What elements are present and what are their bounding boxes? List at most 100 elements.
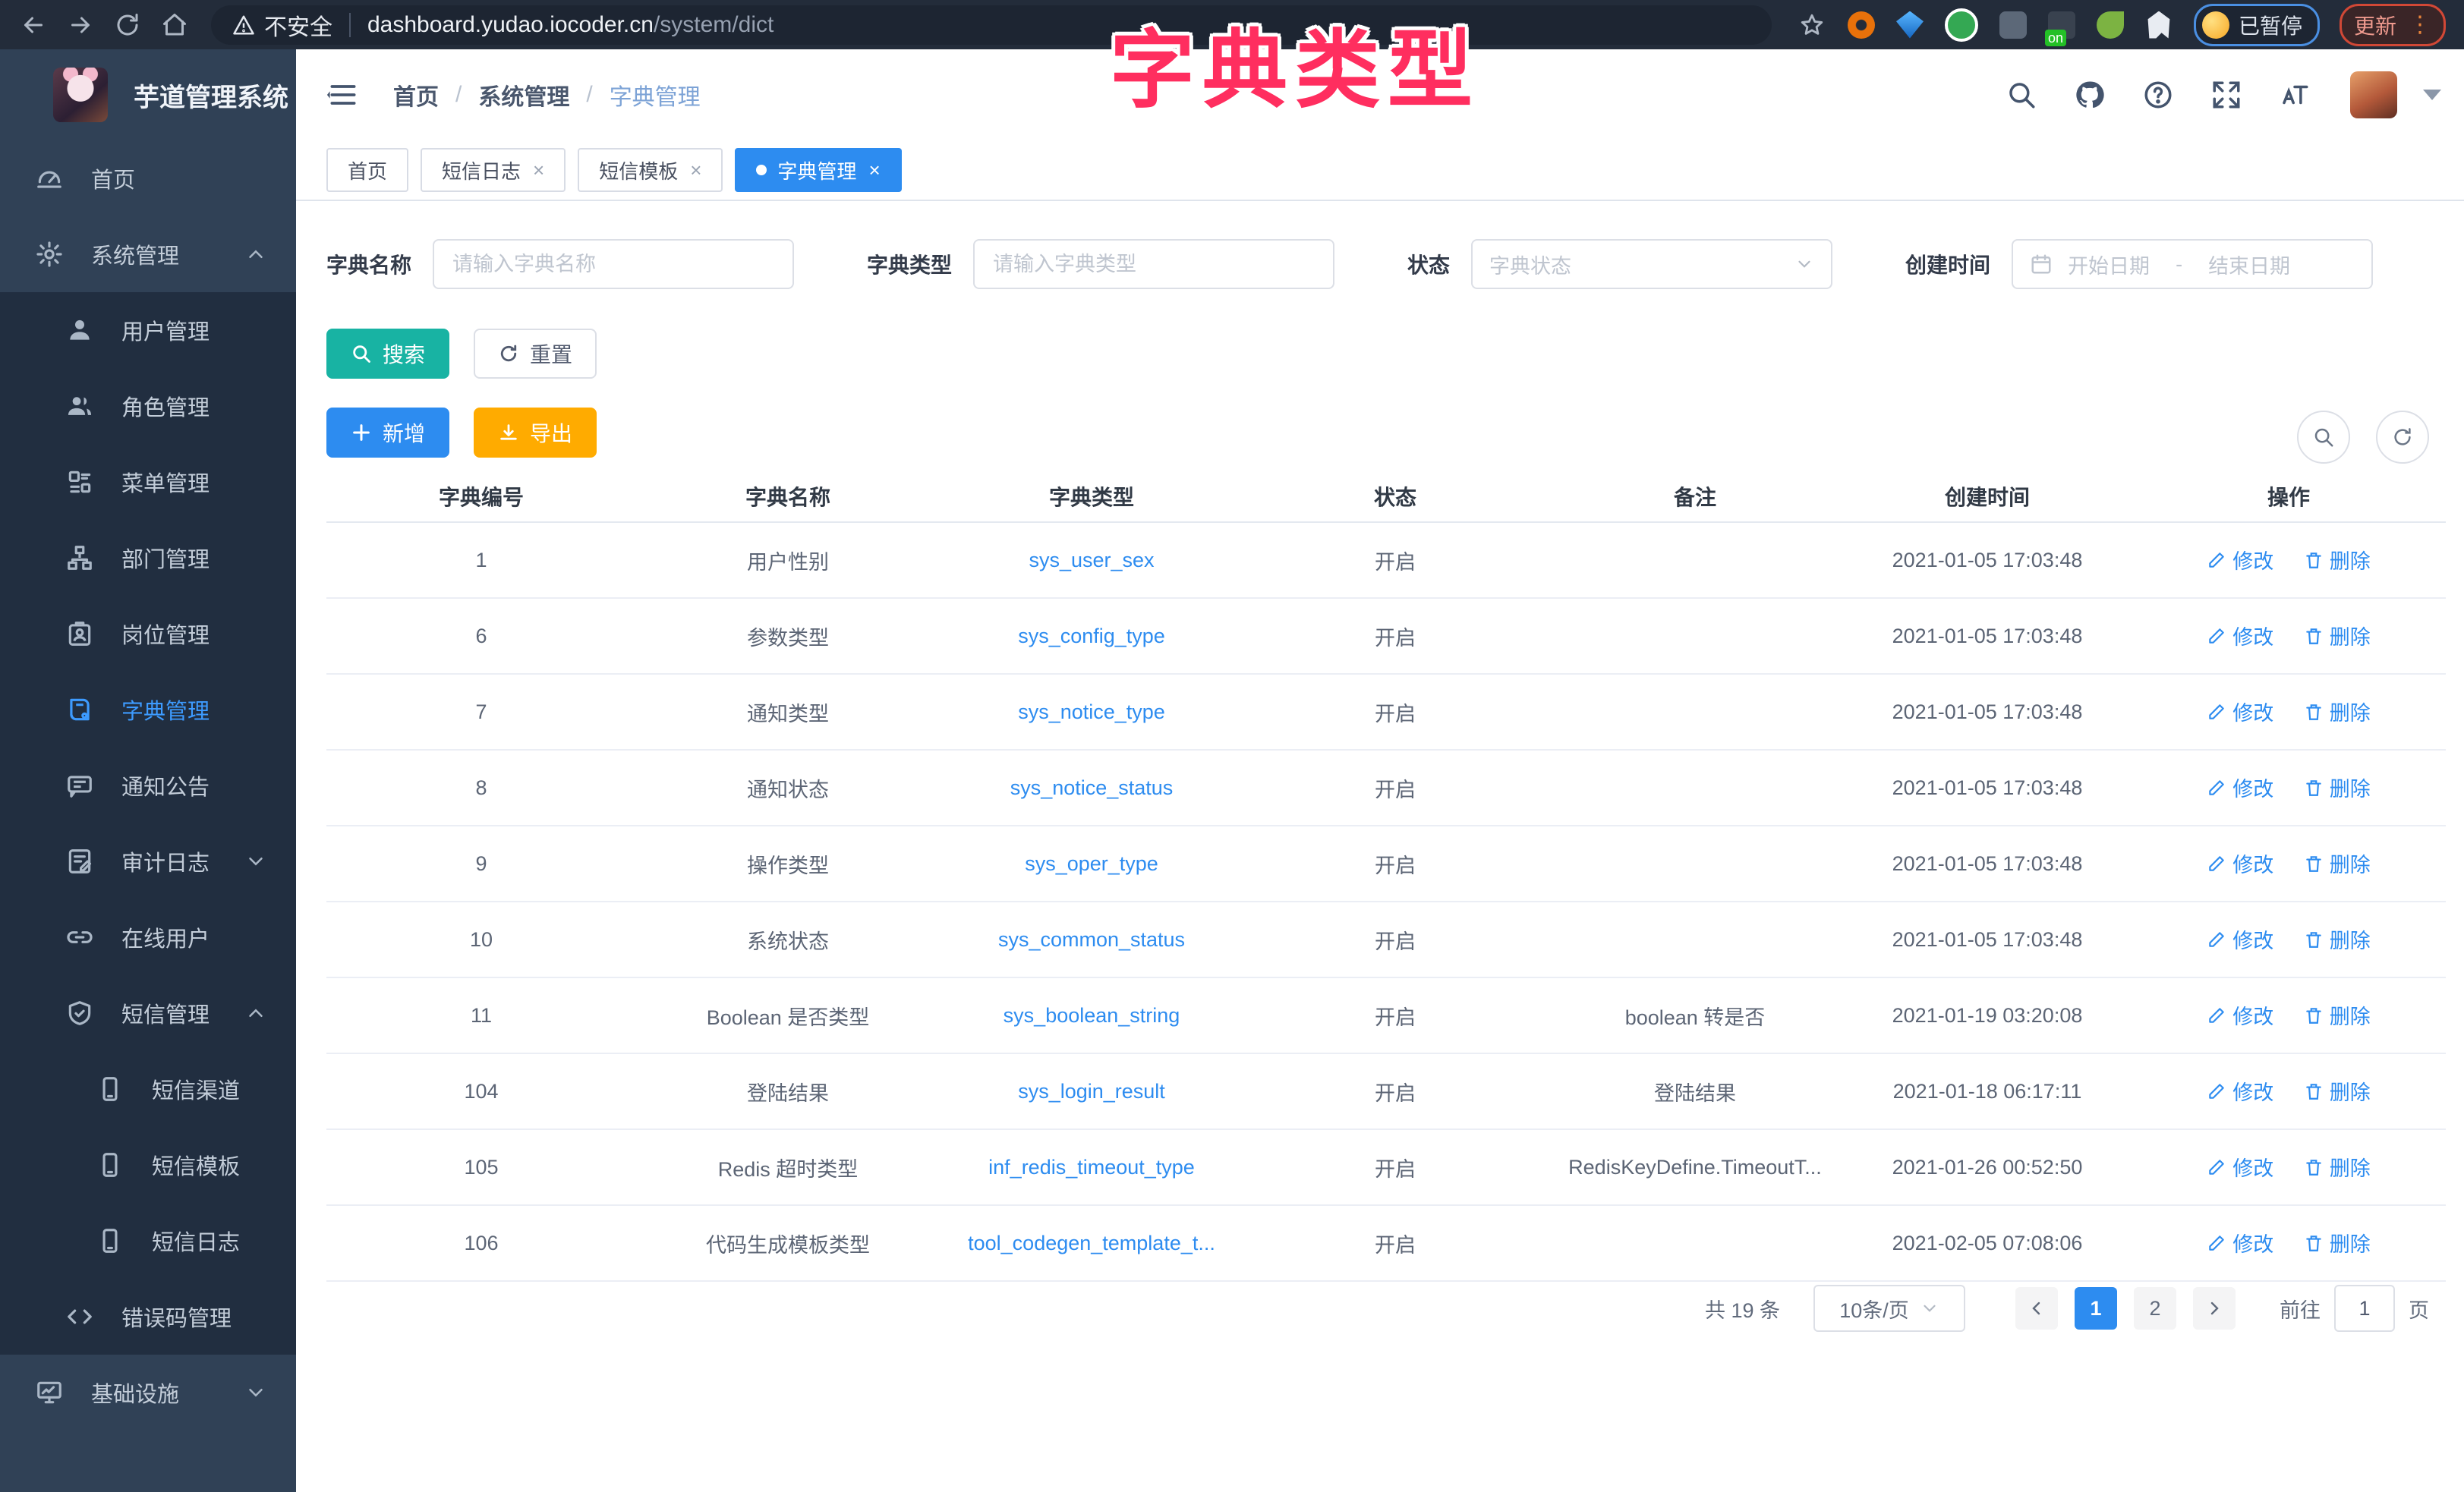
- dict-type-link[interactable]: sys_oper_type: [1025, 852, 1158, 875]
- prev-page-button[interactable]: [2015, 1287, 2058, 1330]
- extension-icon[interactable]: [1999, 11, 2027, 39]
- sidebar-item-post-mgmt[interactable]: 岗位管理: [0, 596, 296, 672]
- sidebar-item-online-users[interactable]: 在线用户: [0, 899, 296, 975]
- app-logo-row[interactable]: 芋道管理系统: [0, 49, 296, 140]
- forward-icon[interactable]: [67, 11, 94, 39]
- security-label[interactable]: 不安全: [264, 8, 332, 42]
- url-text[interactable]: dashboard.yudao.iocoder.cn/system/dict: [367, 12, 774, 38]
- user-avatar[interactable]: [2350, 71, 2397, 118]
- collapse-sidebar-icon[interactable]: [326, 78, 360, 112]
- dict-type-input[interactable]: [973, 239, 1334, 289]
- add-button[interactable]: 新增: [326, 408, 449, 458]
- sidebar-item-sms-mgmt[interactable]: 短信管理: [0, 975, 296, 1051]
- hide-search-button[interactable]: [2297, 411, 2350, 464]
- sidebar-item-notice[interactable]: 通知公告: [0, 748, 296, 823]
- edit-button[interactable]: 修改: [2207, 621, 2273, 650]
- close-icon[interactable]: ×: [868, 159, 880, 182]
- dict-name-input[interactable]: [433, 239, 794, 289]
- close-icon[interactable]: ×: [690, 159, 701, 182]
- menu-kebab-icon[interactable]: ⋮: [2409, 20, 2431, 30]
- delete-button[interactable]: 删除: [2304, 924, 2371, 954]
- bookmark-star-icon[interactable]: [1799, 12, 1825, 38]
- edit-button[interactable]: 修改: [2207, 773, 2273, 802]
- sidebar-item-home[interactable]: 首页: [0, 140, 296, 216]
- export-button[interactable]: 导出: [474, 408, 597, 458]
- extension-icon[interactable]: [1848, 11, 1875, 39]
- extension-icon[interactable]: [1896, 11, 1924, 39]
- font-size-icon[interactable]: [2279, 79, 2311, 111]
- dict-type-link[interactable]: sys_notice_type: [1018, 700, 1165, 723]
- delete-button[interactable]: 删除: [2304, 1152, 2371, 1182]
- sidebar-item-dept-mgmt[interactable]: 部门管理: [0, 520, 296, 596]
- dict-type-link[interactable]: sys_common_status: [998, 928, 1185, 951]
- tab-sms-template[interactable]: 短信模板 ×: [578, 148, 723, 192]
- extension-icon[interactable]: [2097, 11, 2124, 39]
- profile-paused-pill[interactable]: 已暂停: [2194, 4, 2320, 46]
- dict-type-link[interactable]: sys_user_sex: [1029, 549, 1154, 571]
- tab-sms-log[interactable]: 短信日志 ×: [421, 148, 566, 192]
- page-button-2[interactable]: 2: [2134, 1287, 2176, 1330]
- dict-type-link[interactable]: inf_redis_timeout_type: [988, 1156, 1195, 1179]
- delete-button[interactable]: 删除: [2304, 1000, 2371, 1030]
- dict-type-link[interactable]: sys_boolean_string: [1004, 1004, 1180, 1027]
- edit-button[interactable]: 修改: [2207, 924, 2273, 954]
- sidebar-item-infrastructure[interactable]: 基础设施: [0, 1355, 296, 1431]
- dict-type-link[interactable]: sys_notice_status: [1010, 776, 1174, 799]
- sidebar-item-dict-mgmt[interactable]: 字典管理: [0, 672, 296, 748]
- next-page-button[interactable]: [2193, 1287, 2236, 1330]
- address-bar[interactable]: 不安全 dashboard.yudao.iocoder.cn/system/di…: [211, 5, 1772, 45]
- dict-type-link[interactable]: tool_codegen_template_t...: [968, 1232, 1215, 1254]
- page-size-select[interactable]: 10条/页: [1813, 1285, 1965, 1332]
- refresh-table-button[interactable]: [2376, 411, 2429, 464]
- back-icon[interactable]: [20, 11, 47, 39]
- sidebar-item-sms-channel[interactable]: 短信渠道: [0, 1051, 296, 1127]
- delete-button[interactable]: 删除: [2304, 1076, 2371, 1106]
- date-range-picker[interactable]: 开始日期 - 结束日期: [2012, 239, 2373, 289]
- edit-button[interactable]: 修改: [2207, 697, 2273, 726]
- sidebar-item-sms-template[interactable]: 短信模板: [0, 1127, 296, 1203]
- extension-icon[interactable]: [1945, 8, 1978, 42]
- tab-dict-mgmt[interactable]: 字典管理 ×: [735, 148, 901, 192]
- edit-button[interactable]: 修改: [2207, 1152, 2273, 1182]
- update-button[interactable]: 更新 ⋮: [2340, 4, 2446, 46]
- edit-button[interactable]: 修改: [2207, 1076, 2273, 1106]
- fullscreen-icon[interactable]: [2210, 79, 2242, 111]
- reset-button[interactable]: 重置: [474, 329, 597, 379]
- sidebar-item-user-mgmt[interactable]: 用户管理: [0, 292, 296, 368]
- goto-page-input[interactable]: [2334, 1285, 2395, 1332]
- delete-button[interactable]: 删除: [2304, 773, 2371, 802]
- edit-button[interactable]: 修改: [2207, 1000, 2273, 1030]
- breadcrumb-home[interactable]: 首页: [393, 78, 439, 112]
- edit-button[interactable]: 修改: [2207, 848, 2273, 878]
- extension-on-icon[interactable]: [2048, 11, 2075, 39]
- search-button[interactable]: 搜索: [326, 329, 449, 379]
- sidebar-item-role-mgmt[interactable]: 角色管理: [0, 368, 296, 444]
- close-icon[interactable]: ×: [533, 159, 544, 182]
- github-icon[interactable]: [2074, 79, 2106, 111]
- page-button-1[interactable]: 1: [2075, 1287, 2117, 1330]
- breadcrumb-system[interactable]: 系统管理: [478, 78, 569, 112]
- delete-button[interactable]: 删除: [2304, 545, 2371, 574]
- extension-icon[interactable]: [2145, 11, 2173, 39]
- caret-down-icon[interactable]: [2423, 90, 2441, 100]
- delete-button[interactable]: 删除: [2304, 621, 2371, 650]
- start-date-placeholder[interactable]: 开始日期: [2068, 250, 2150, 279]
- edit-button[interactable]: 修改: [2207, 1228, 2273, 1257]
- sidebar-item-audit-log[interactable]: 审计日志: [0, 823, 296, 899]
- status-select[interactable]: 字典状态: [1471, 239, 1832, 289]
- delete-button[interactable]: 删除: [2304, 1228, 2371, 1257]
- sidebar-item-error-code[interactable]: 错误码管理: [0, 1279, 296, 1355]
- search-icon[interactable]: [2006, 79, 2037, 111]
- dict-type-link[interactable]: sys_login_result: [1018, 1080, 1165, 1103]
- reload-icon[interactable]: [114, 11, 141, 39]
- sidebar-item-menu-mgmt[interactable]: 菜单管理: [0, 444, 296, 520]
- home-icon[interactable]: [161, 11, 188, 39]
- delete-button[interactable]: 删除: [2304, 697, 2371, 726]
- tab-home[interactable]: 首页: [326, 148, 408, 192]
- help-icon[interactable]: [2142, 79, 2174, 111]
- end-date-placeholder[interactable]: 结束日期: [2208, 250, 2290, 279]
- dict-type-link[interactable]: sys_config_type: [1018, 625, 1165, 647]
- delete-button[interactable]: 删除: [2304, 848, 2371, 878]
- sidebar-item-system-mgmt[interactable]: 系统管理: [0, 216, 296, 292]
- sidebar-item-sms-log[interactable]: 短信日志: [0, 1203, 296, 1279]
